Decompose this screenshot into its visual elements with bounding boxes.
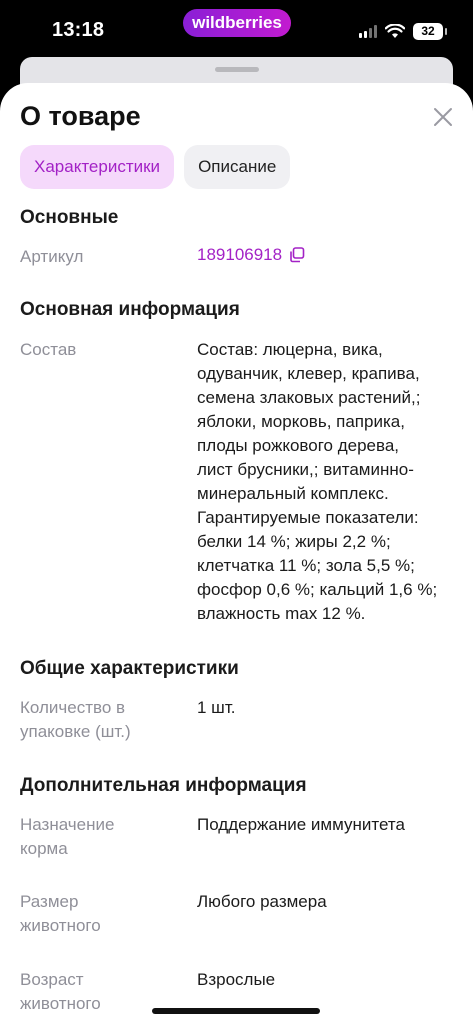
animal-size-label-line: животного xyxy=(20,916,101,935)
tab-bar: Характеристики Описание xyxy=(20,145,291,189)
cellular-signal-icon xyxy=(359,24,377,38)
brand-pill: wildberries xyxy=(183,9,291,37)
purpose-label-line: Назначение xyxy=(20,815,115,834)
status-icons: 32 xyxy=(359,22,447,40)
composition-line: влажность max 12 %. xyxy=(197,604,366,623)
battery-icon: 32 xyxy=(413,22,447,40)
composition-line: белки 14 %; жиры 2,2 %; xyxy=(197,532,391,551)
composition-line: Состав: люцерна, вика, xyxy=(197,340,383,359)
composition-line: лист брусники,; витаминно- xyxy=(197,460,414,479)
animal-size-value: Любого размера xyxy=(197,892,327,911)
purpose-value: Поддержание иммунитета xyxy=(197,815,405,834)
tab-description[interactable]: Описание xyxy=(184,145,291,189)
composition-line: минеральный комплекс. xyxy=(197,484,389,503)
article-value[interactable]: 189106918 xyxy=(197,245,306,265)
quantity-value: 1 шт. xyxy=(197,698,236,717)
composition-line: клетчатка 11 %; зола 5,5 %; xyxy=(197,556,415,575)
section-title-extra: Дополнительная информация xyxy=(20,775,307,796)
copy-icon[interactable] xyxy=(288,246,306,264)
purpose-label-line: корма xyxy=(20,839,68,858)
composition-line: плоды рожкового дерева, xyxy=(197,436,400,455)
status-time: 13:18 xyxy=(52,19,105,41)
tab-characteristics[interactable]: Характеристики xyxy=(20,145,175,189)
section-title-general: Общие характеристики xyxy=(20,658,239,679)
status-bar: 13:18 wildberries 32 xyxy=(0,0,473,60)
quantity-label-line: Количество в xyxy=(20,698,126,717)
animal-size-label-line: Размер xyxy=(20,892,79,911)
composition-value: Состав: люцерна, вика, одуванчик, клевер… xyxy=(197,338,459,626)
wifi-icon xyxy=(385,23,405,38)
quantity-label-line: упаковке (шт.) xyxy=(20,722,131,741)
animal-age-label-line: Возраст xyxy=(20,970,84,989)
composition-line: семена злаковых растений,; xyxy=(197,388,421,407)
composition-line: фосфор 0,6 %; кальций 1,6 %; xyxy=(197,580,438,599)
composition-line: Гарантируемые показатели: xyxy=(197,508,419,527)
sheet-grabber[interactable] xyxy=(214,67,259,72)
close-icon[interactable] xyxy=(431,105,455,129)
sheet-title: О товаре xyxy=(20,101,141,131)
animal-age-value: Взрослые xyxy=(197,970,276,989)
composition-line: яблоки, морковь, паприка, xyxy=(197,412,405,431)
section-title-info: Основная информация xyxy=(20,299,240,320)
purpose-label: Назначение корма xyxy=(20,813,180,861)
composition-label: Состав xyxy=(20,340,77,359)
battery-level: 32 xyxy=(421,24,435,38)
home-indicator[interactable] xyxy=(152,1008,320,1014)
article-label: Артикул xyxy=(20,247,84,266)
animal-size-label: Размер животного xyxy=(20,890,180,938)
section-title-main: Основные xyxy=(20,207,119,228)
quantity-label: Количество в упаковке (шт.) xyxy=(20,696,180,744)
article-number[interactable]: 189106918 xyxy=(197,245,282,265)
composition-line: одуванчик, клевер, крапива, xyxy=(197,364,420,383)
product-details-sheet: О товаре Характеристики Описание Основны… xyxy=(0,83,473,1024)
